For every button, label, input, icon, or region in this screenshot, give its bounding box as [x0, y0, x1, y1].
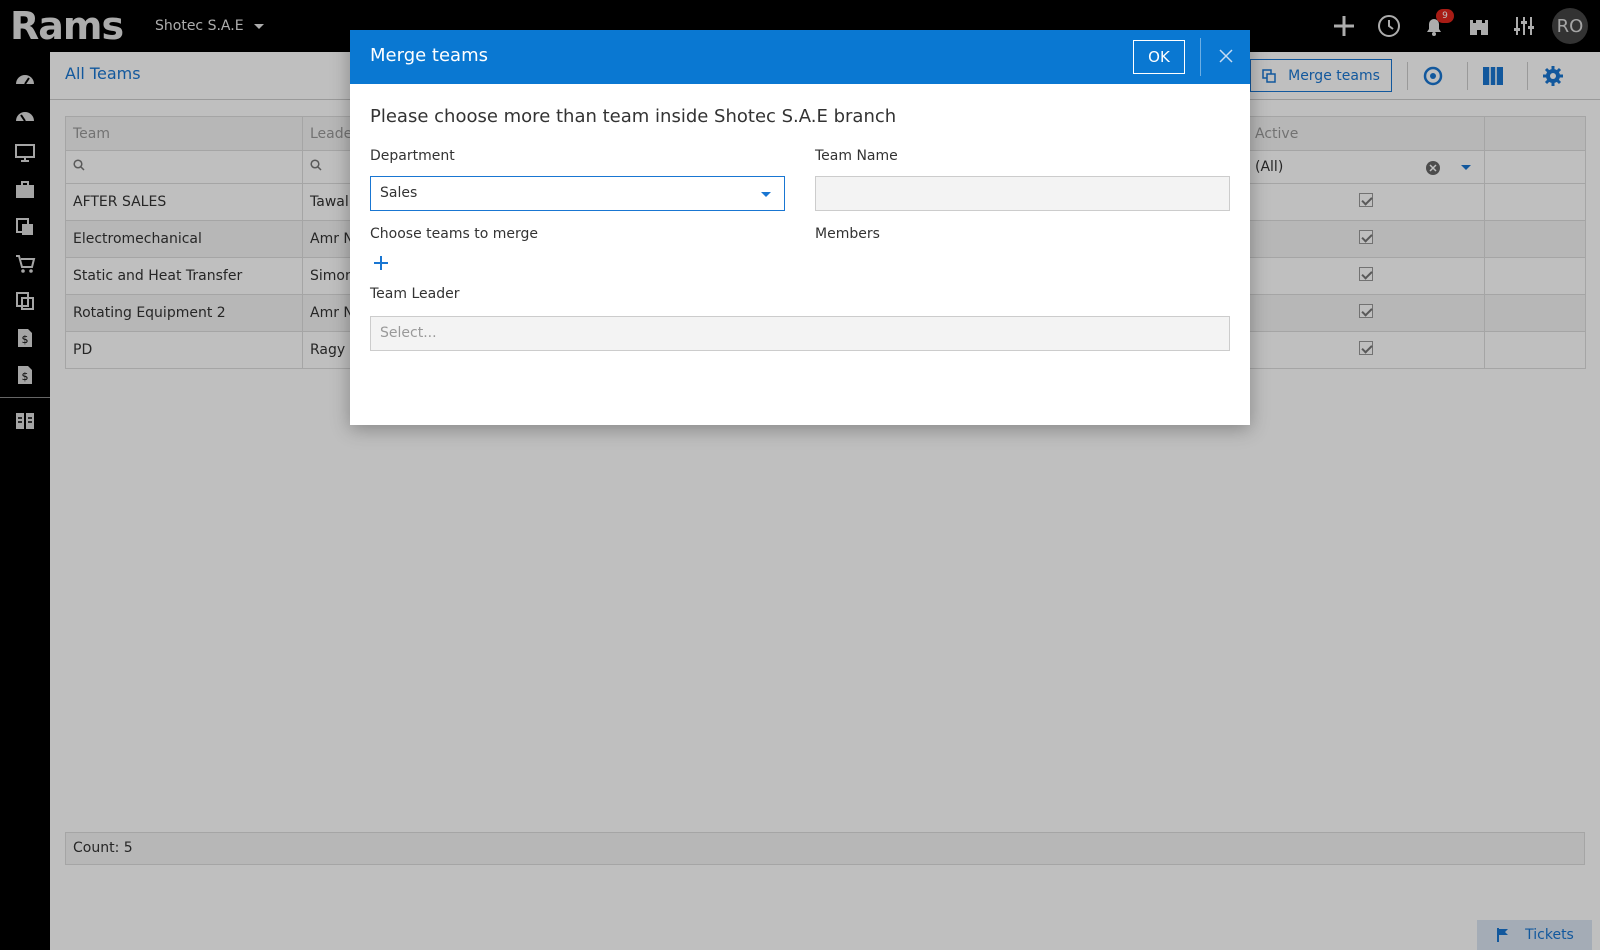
department-select[interactable]: Sales: [370, 176, 785, 211]
department-value: Sales: [380, 185, 418, 201]
team-name-label: Team Name: [815, 148, 898, 164]
team-leader-select[interactable]: Select...: [370, 316, 1230, 351]
dialog-instruction: Please choose more than team inside Shot…: [370, 106, 897, 127]
team-name-field[interactable]: [815, 176, 1230, 211]
dialog-title: Merge teams: [370, 45, 488, 66]
header-divider: [1200, 38, 1201, 76]
add-team-icon[interactable]: [372, 254, 390, 272]
team-leader-label: Team Leader: [370, 286, 460, 302]
merge-teams-dialog: Merge teams OK Please choose more than t…: [350, 30, 1250, 425]
choose-teams-label: Choose teams to merge: [370, 226, 538, 242]
members-label: Members: [815, 226, 880, 242]
close-icon[interactable]: [1214, 44, 1238, 68]
ok-button[interactable]: OK: [1133, 40, 1185, 74]
chevron-down-icon: [761, 192, 771, 197]
dialog-header: Merge teams OK: [350, 30, 1250, 84]
department-label: Department: [370, 148, 455, 164]
